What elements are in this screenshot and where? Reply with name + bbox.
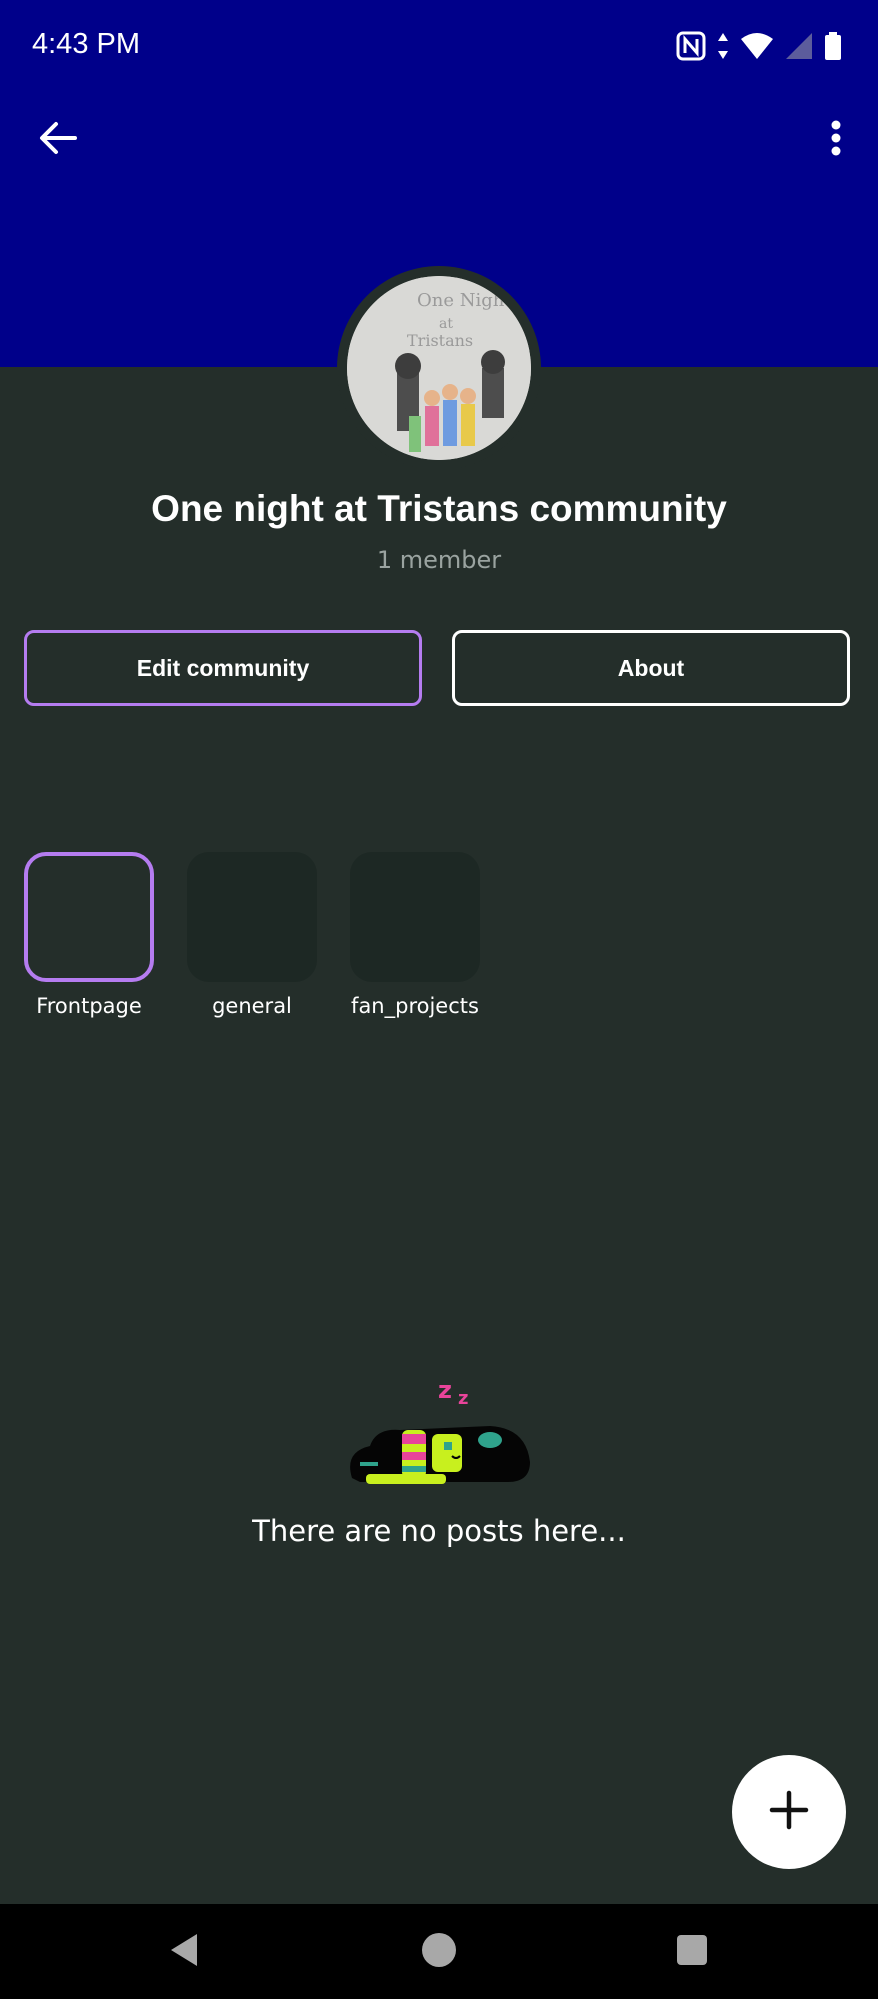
channel-tile[interactable] (24, 852, 154, 982)
system-navigation-bar (0, 1904, 878, 1999)
plus-icon (769, 1790, 809, 1834)
channel-label: fan_projects (351, 994, 479, 1018)
member-count[interactable]: 1 member (0, 546, 878, 574)
nav-back-icon (167, 1932, 201, 1972)
arrow-left-icon (39, 121, 77, 159)
back-button[interactable] (30, 112, 86, 168)
community-avatar-image: One Nigh at Tristans (347, 276, 531, 460)
wifi-icon (740, 31, 774, 65)
channel-fan-projects[interactable]: fan_projects (350, 852, 480, 1018)
more-vertical-icon (830, 120, 842, 160)
channel-frontpage[interactable]: Frontpage (24, 852, 154, 1018)
channel-tile[interactable] (187, 852, 317, 982)
nfc-icon (676, 31, 706, 65)
community-title: One night at Tristans community (151, 488, 727, 529)
cell-signal-icon (784, 31, 814, 65)
channel-list: Frontpage general fan_projects (24, 852, 480, 1018)
svg-text:z: z (458, 1388, 468, 1409)
about-button[interactable]: About (452, 630, 850, 706)
more-options-button[interactable] (808, 112, 864, 168)
svg-text:One Nigh: One Nigh (417, 290, 505, 311)
data-arrows-icon (716, 31, 730, 65)
nav-back-button[interactable] (154, 1922, 214, 1982)
nav-home-button[interactable] (409, 1922, 469, 1982)
channel-tile[interactable] (350, 852, 480, 982)
empty-state-message: There are no posts here... (252, 1514, 626, 1548)
svg-text:Tristans: Tristans (407, 331, 473, 350)
nav-recents-button[interactable] (662, 1922, 722, 1982)
status-time: 4:43 PM (32, 28, 140, 60)
create-post-button[interactable] (732, 1755, 846, 1869)
nav-recents-icon (676, 1934, 708, 1970)
channel-general[interactable]: general (187, 852, 317, 1018)
channel-label: Frontpage (36, 994, 142, 1018)
sleeping-creature-illustration: z z (340, 1370, 536, 1490)
channel-label: general (212, 994, 292, 1018)
battery-icon (824, 31, 842, 65)
edit-community-button[interactable]: Edit community (24, 630, 422, 706)
community-avatar[interactable]: One Nigh at Tristans (337, 266, 541, 470)
svg-text:at: at (439, 316, 453, 332)
status-icons (676, 30, 842, 66)
nav-home-icon (421, 1932, 457, 1972)
svg-text:z: z (438, 1376, 452, 1404)
status-bar: 4:43 PM (0, 0, 878, 96)
